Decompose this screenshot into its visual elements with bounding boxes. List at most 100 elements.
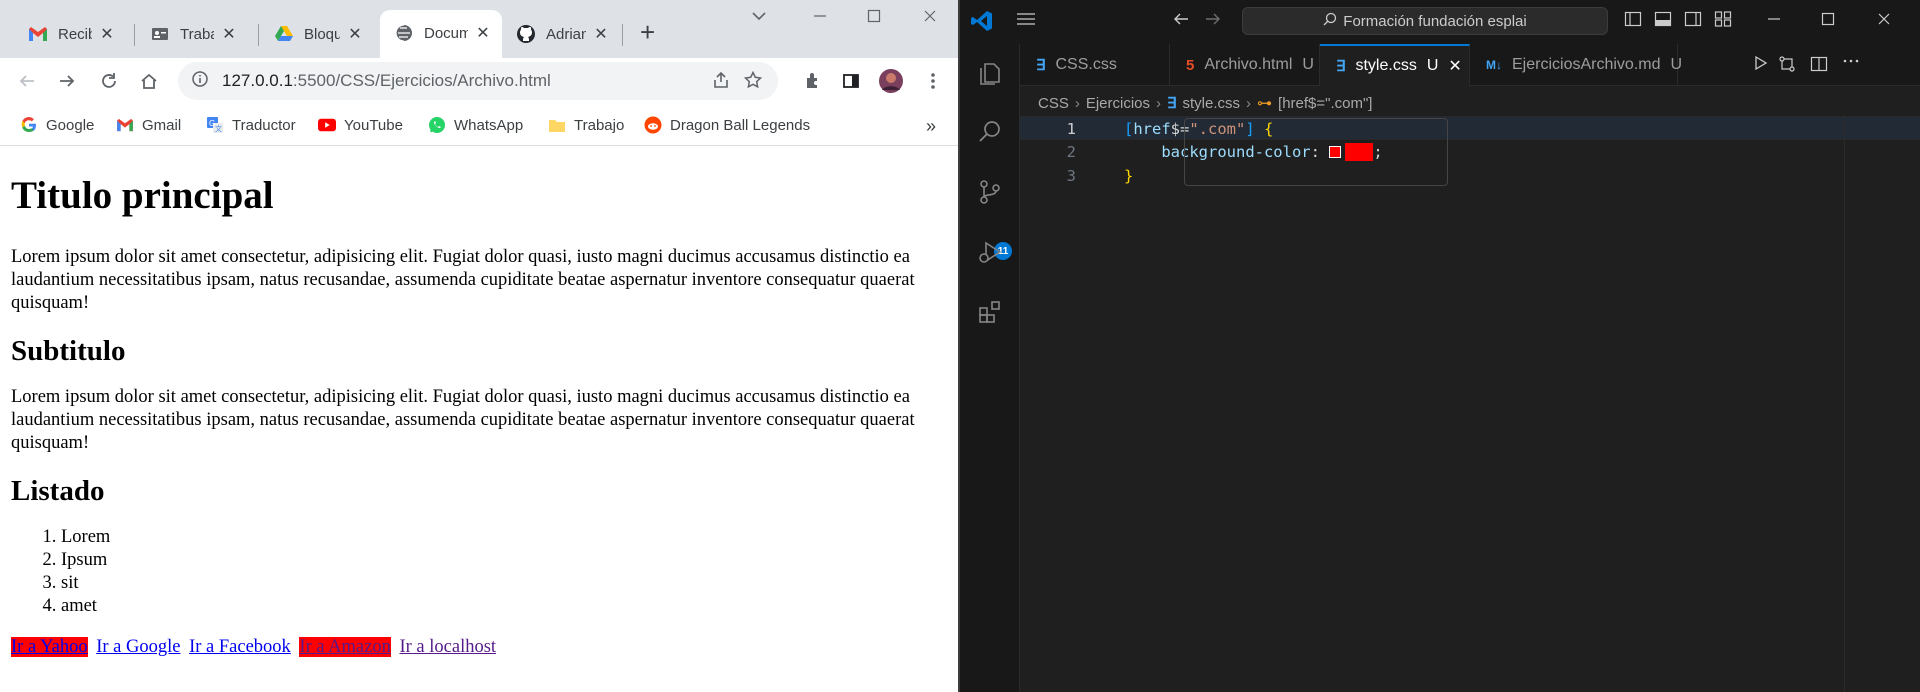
- html-file-icon: 5: [1186, 56, 1195, 74]
- line-number: 3: [1066, 167, 1076, 185]
- run-icon[interactable]: [1752, 55, 1768, 76]
- more-actions-icon[interactable]: [1842, 52, 1860, 75]
- bookmark-youtube[interactable]: YouTube: [318, 116, 403, 134]
- maximize-icon[interactable]: [866, 8, 882, 29]
- link-facebook[interactable]: Ir a Facebook: [189, 637, 291, 657]
- command-center-search[interactable]: Formación fundación esplai: [1242, 7, 1608, 35]
- extensions-icon[interactable]: [800, 68, 826, 94]
- home-icon[interactable]: [136, 68, 162, 94]
- close-tab-icon[interactable]: ✕: [1448, 56, 1461, 76]
- source-control-icon[interactable]: [974, 176, 1006, 208]
- search-icon[interactable]: [974, 116, 1006, 148]
- tab-gmail[interactable]: Recibi ✕: [14, 12, 126, 56]
- hamburger-menu-icon[interactable]: [1016, 10, 1036, 33]
- editor-tab-label: style.css: [1355, 57, 1417, 74]
- split-editor-icon[interactable]: [1810, 55, 1828, 78]
- bookmark-google[interactable]: Google: [20, 116, 94, 134]
- reload-icon[interactable]: [96, 68, 122, 94]
- line-number: 1: [1066, 120, 1076, 138]
- bookmark-dragon-ball-legends[interactable]: Dragon Ball Legends: [644, 116, 810, 134]
- bookmarks-overflow-button[interactable]: »: [926, 116, 936, 137]
- editor-tab-style-css[interactable]: ∃ style.css U ✕: [1320, 44, 1470, 86]
- list-item: amet: [61, 595, 947, 618]
- tab-close-icon[interactable]: ✕: [592, 24, 610, 44]
- back-icon[interactable]: [14, 68, 40, 94]
- tab-close-icon[interactable]: ✕: [474, 23, 492, 43]
- list-item: sit: [61, 572, 947, 595]
- tab-bloque[interactable]: Bloque ✕: [260, 12, 374, 56]
- chevron-right-icon: ›: [1156, 94, 1162, 112]
- menu-kebab-icon[interactable]: [920, 68, 946, 94]
- vscode-logo-icon: [970, 9, 994, 39]
- bookmarks-bar: Google Gmail G文 Traductor YouTube WhatsA…: [0, 110, 958, 146]
- tab-trabajo[interactable]: Trabaj ✕: [136, 12, 248, 56]
- breadcrumb-item[interactable]: CSS: [1038, 95, 1069, 112]
- link-google[interactable]: Ir a Google: [96, 637, 180, 657]
- avatar[interactable]: [878, 68, 904, 94]
- bookmark-trabajo-folder[interactable]: Trabajo: [548, 116, 624, 134]
- maximize-icon[interactable]: [1820, 10, 1836, 33]
- tab-title: Docum: [424, 24, 468, 42]
- tab-search-icon[interactable]: [752, 8, 766, 26]
- web-page-content: Titulo principal Lorem ipsum dolor sit a…: [0, 147, 958, 692]
- code-line: 1 [href$=".com"] {: [1020, 116, 1920, 140]
- extensions-icon[interactable]: [974, 296, 1006, 328]
- minimize-icon[interactable]: [812, 8, 828, 29]
- tab-close-icon[interactable]: ✕: [98, 24, 116, 44]
- line-text: }: [1124, 167, 1134, 185]
- links-row: Ir a Yahoo Ir a Google Ir a Facebook Ir …: [11, 636, 947, 659]
- toggle-secondary-sidebar-icon[interactable]: [1684, 10, 1702, 34]
- bookmark-whatsapp[interactable]: WhatsApp: [428, 116, 523, 134]
- open-changes-icon[interactable]: [1778, 55, 1796, 78]
- page-title: Titulo principal: [11, 174, 274, 217]
- toggle-panel-icon[interactable]: [1654, 10, 1672, 34]
- forward-icon[interactable]: [54, 68, 80, 94]
- breadcrumb-item[interactable]: Ejercicios: [1086, 95, 1150, 112]
- tab-title: Recibi: [58, 25, 92, 43]
- site-info-icon[interactable]: [192, 70, 208, 92]
- google-icon: [20, 116, 38, 134]
- untracked-indicator: U: [1426, 57, 1439, 74]
- new-tab-button[interactable]: +: [640, 18, 655, 46]
- link-yahoo[interactable]: Ir a Yahoo: [11, 637, 88, 657]
- customize-layout-icon[interactable]: [1714, 10, 1732, 34]
- tab-close-icon[interactable]: ✕: [346, 24, 364, 44]
- vscode-titlebar: Formación fundación esplai: [960, 0, 1920, 44]
- bookmark-star-icon[interactable]: [743, 70, 763, 94]
- side-panel-icon[interactable]: [838, 68, 864, 94]
- bookmark-gmail[interactable]: Gmail: [116, 116, 181, 134]
- tab-close-icon[interactable]: ✕: [220, 24, 238, 44]
- share-icon[interactable]: [712, 71, 730, 94]
- url-host: 127.0.0.1: [222, 71, 293, 90]
- chevron-right-icon: ›: [1246, 94, 1252, 112]
- code-editor[interactable]: 1 [href$=".com"] { 2 background-color: r…: [1020, 114, 1920, 692]
- editor-tab-archivo-html[interactable]: 5 Archivo.html U: [1170, 44, 1320, 86]
- nav-forward-icon[interactable]: [1204, 10, 1222, 34]
- link-amazon[interactable]: Ir a Amazon: [299, 637, 391, 657]
- close-window-icon[interactable]: [922, 8, 938, 29]
- code-line: 2 background-color: red;: [1020, 140, 1920, 164]
- editor-tab-ejercicios-md[interactable]: M↓ EjerciciosArchivo.md U: [1470, 44, 1682, 86]
- tab-github[interactable]: Adrian ✕: [502, 12, 620, 56]
- bookmark-label: WhatsApp: [454, 116, 524, 134]
- bookmark-label: Traductor: [232, 116, 296, 134]
- address-bar[interactable]: 127.0.0.1:5500/CSS/Ejercicios/Archivo.ht…: [178, 62, 778, 100]
- toggle-sidebar-icon[interactable]: [1624, 10, 1642, 34]
- editor-tab-css[interactable]: ∃ CSS.css: [1020, 44, 1170, 86]
- minimize-icon[interactable]: [1766, 10, 1782, 33]
- bookmark-traductor[interactable]: G文 Traductor: [206, 116, 296, 134]
- workspace-name: Formación fundación esplai: [1343, 12, 1527, 30]
- explorer-icon[interactable]: [974, 58, 1006, 90]
- translate-icon: G文: [206, 116, 224, 134]
- gmail-icon: [28, 24, 48, 44]
- breadcrumb-item[interactable]: [href$=".com"]: [1278, 95, 1372, 112]
- bookmark-label: YouTube: [344, 116, 403, 134]
- close-window-icon[interactable]: [1876, 10, 1892, 33]
- tab-divider: [622, 24, 623, 46]
- breadcrumb-item[interactable]: style.css: [1183, 95, 1241, 112]
- run-debug-icon[interactable]: [974, 236, 1006, 268]
- nav-back-icon[interactable]: [1172, 10, 1190, 34]
- minimap[interactable]: [1844, 114, 1920, 692]
- untracked-indicator: U: [1302, 56, 1314, 73]
- link-localhost[interactable]: Ir a localhost: [399, 637, 496, 657]
